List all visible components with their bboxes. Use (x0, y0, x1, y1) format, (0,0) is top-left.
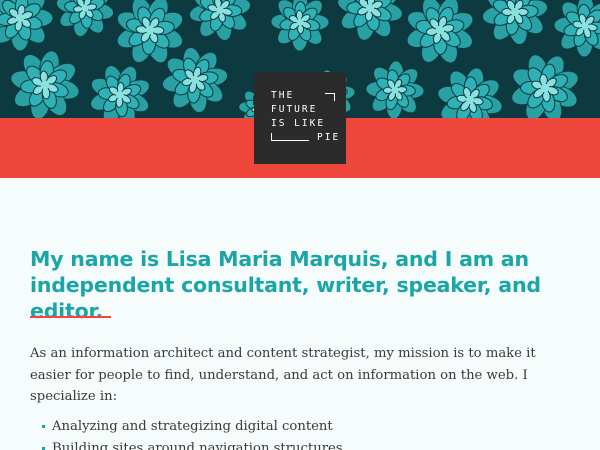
heading-name: Lisa Maria Marquis (165, 247, 381, 271)
heading-prefix: My name is (30, 247, 166, 271)
logo-line-is-like: IS LIKE (271, 118, 326, 129)
intro-heading: My name is Lisa Maria Marquis, and I am … (30, 246, 575, 324)
bullet-icon (42, 425, 45, 428)
succulent-rosette (270, 0, 330, 52)
logo-bracket-shape (271, 133, 309, 141)
logo-pie-text: PIE (317, 132, 341, 143)
succulent-rosette (0, 0, 54, 52)
logo-line-pie: PIE (271, 93, 346, 145)
list-item: Analyzing and strategizing digital conte… (36, 416, 556, 438)
succulent-rosette (90, 65, 150, 118)
site-logo[interactable]: THE FUTURE IS LIKE PIE (254, 72, 346, 164)
succulent-rosette (337, 0, 403, 41)
succulent-rosette (365, 60, 425, 118)
succulent-rosette (481, 0, 549, 46)
heading-divider (30, 316, 111, 318)
bullet-icon (42, 446, 45, 450)
intro-paragraph: As an information architect and content … (30, 346, 536, 404)
skills-list: Analyzing and strategizing digital conte… (36, 416, 556, 450)
succulent-rosette (55, 0, 115, 38)
succulent-rosette (116, 0, 184, 64)
succulent-rosette (10, 50, 80, 118)
skill-text: Building sites around navigation structu… (52, 440, 343, 450)
succulent-rosette (437, 67, 503, 118)
succulent-rosette (188, 0, 252, 42)
succulent-rosette (161, 46, 229, 114)
succulent-rosette (406, 0, 474, 64)
succulent-rosette (511, 54, 579, 118)
logo-line-future: FUTURE (271, 104, 318, 115)
skill-text: Analyzing and strategizing digital conte… (52, 419, 333, 434)
succulent-rosette (553, 0, 600, 58)
list-item: Building sites around navigation structu… (36, 438, 556, 450)
logo-corner-shape (325, 93, 335, 101)
